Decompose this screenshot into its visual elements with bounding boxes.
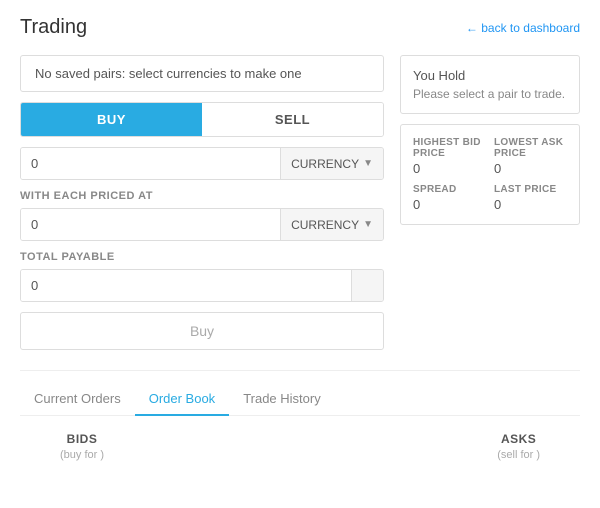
sell-tab[interactable]: SELL bbox=[202, 103, 383, 136]
market-data-grid: HIGHEST BID PRICE 0 LOWEST ASK PRICE 0 S… bbox=[413, 137, 567, 212]
right-panel: You Hold Please select a pair to trade. … bbox=[400, 55, 580, 350]
left-panel: No saved pairs: select currencies to mak… bbox=[20, 55, 384, 350]
tab-order-book[interactable]: Order Book bbox=[135, 383, 229, 416]
price-currency-dropdown[interactable]: CURRENCY ▼ bbox=[280, 209, 383, 240]
lowest-ask-item: LOWEST ASK PRICE 0 bbox=[494, 137, 567, 176]
price-currency-label: CURRENCY bbox=[291, 218, 359, 232]
price-section: WITH EACH PRICED AT CURRENCY ▼ bbox=[20, 190, 384, 241]
market-data-panel: HIGHEST BID PRICE 0 LOWEST ASK PRICE 0 S… bbox=[400, 124, 580, 225]
lowest-ask-value: 0 bbox=[494, 161, 567, 176]
price-input-row: CURRENCY ▼ bbox=[20, 208, 384, 241]
lowest-ask-label: LOWEST ASK PRICE bbox=[494, 137, 567, 159]
back-to-dashboard-link[interactable]: back to dashboard bbox=[466, 21, 580, 35]
page-title: Trading bbox=[20, 16, 87, 39]
total-input-row bbox=[20, 269, 384, 302]
amount-currency-label: CURRENCY bbox=[291, 157, 359, 171]
asks-column: ASKS (sell for ) bbox=[497, 432, 540, 461]
you-hold-subtitle: Please select a pair to trade. bbox=[413, 87, 567, 101]
bids-column: BIDS (buy for ) bbox=[60, 432, 104, 461]
last-price-item: LAST PRICE 0 bbox=[494, 184, 567, 212]
amount-currency-chevron: ▼ bbox=[363, 158, 373, 169]
spread-label: SPREAD bbox=[413, 184, 486, 195]
main-content: No saved pairs: select currencies to mak… bbox=[20, 55, 580, 350]
buy-sell-tabs: BUY SELL bbox=[20, 102, 384, 137]
buy-tab[interactable]: BUY bbox=[21, 103, 202, 136]
total-input-suffix bbox=[351, 270, 383, 301]
bids-subtitle: (buy for ) bbox=[60, 449, 104, 461]
tab-current-orders[interactable]: Current Orders bbox=[20, 383, 135, 416]
amount-input[interactable] bbox=[21, 148, 280, 179]
amount-currency-dropdown[interactable]: CURRENCY ▼ bbox=[280, 148, 383, 179]
total-payable-section: TOTAL PAYABLE bbox=[20, 251, 384, 302]
last-price-value: 0 bbox=[494, 197, 567, 212]
asks-subtitle: (sell for ) bbox=[497, 449, 540, 461]
saved-pairs-notice: No saved pairs: select currencies to mak… bbox=[20, 55, 384, 92]
price-currency-chevron: ▼ bbox=[363, 219, 373, 230]
highest-bid-label: HIGHEST BID PRICE bbox=[413, 137, 486, 159]
you-hold-title: You Hold bbox=[413, 68, 567, 83]
total-payable-label: TOTAL PAYABLE bbox=[20, 251, 384, 263]
tab-trade-history[interactable]: Trade History bbox=[229, 383, 335, 416]
page-container: Trading back to dashboard No saved pairs… bbox=[0, 0, 600, 477]
header: Trading back to dashboard bbox=[20, 16, 580, 39]
order-tabs: Current Orders Order Book Trade History bbox=[20, 371, 580, 416]
amount-input-row: CURRENCY ▼ bbox=[20, 147, 384, 180]
spread-item: SPREAD 0 bbox=[413, 184, 486, 212]
asks-title: ASKS bbox=[497, 432, 540, 446]
bids-title: BIDS bbox=[60, 432, 104, 446]
bottom-section: Current Orders Order Book Trade History … bbox=[20, 370, 580, 461]
buy-button[interactable]: Buy bbox=[20, 312, 384, 350]
last-price-label: LAST PRICE bbox=[494, 184, 567, 195]
price-section-label: WITH EACH PRICED AT bbox=[20, 190, 384, 202]
total-input[interactable] bbox=[21, 270, 351, 301]
bids-asks-row: BIDS (buy for ) ASKS (sell for ) bbox=[20, 432, 580, 461]
spread-value: 0 bbox=[413, 197, 486, 212]
highest-bid-item: HIGHEST BID PRICE 0 bbox=[413, 137, 486, 176]
price-input[interactable] bbox=[21, 209, 280, 240]
you-hold-panel: You Hold Please select a pair to trade. bbox=[400, 55, 580, 114]
highest-bid-value: 0 bbox=[413, 161, 486, 176]
